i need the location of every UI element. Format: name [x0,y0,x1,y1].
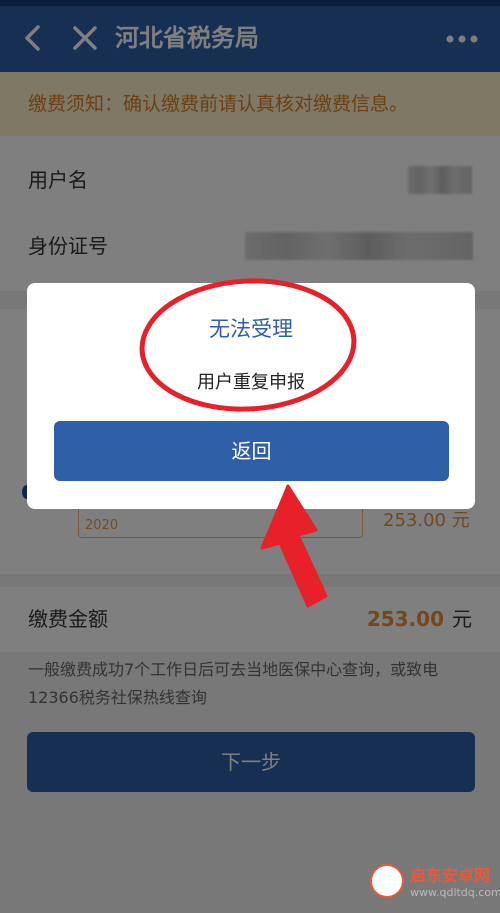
dialog-return-button[interactable]: 返回 [54,421,449,481]
watermark-url: www.qdltdq.com [410,886,500,899]
dialog-message: 用户重复申报 [197,372,305,393]
watermark-logo-icon [370,864,404,898]
watermark-name: 启东安卓网 [410,866,491,885]
error-dialog: 无法受理 用户重复申报 返回 [27,283,475,509]
dialog-title: 无法受理 [209,317,293,341]
site-watermark: 启东安卓网 www.qdltdq.com [370,858,500,908]
